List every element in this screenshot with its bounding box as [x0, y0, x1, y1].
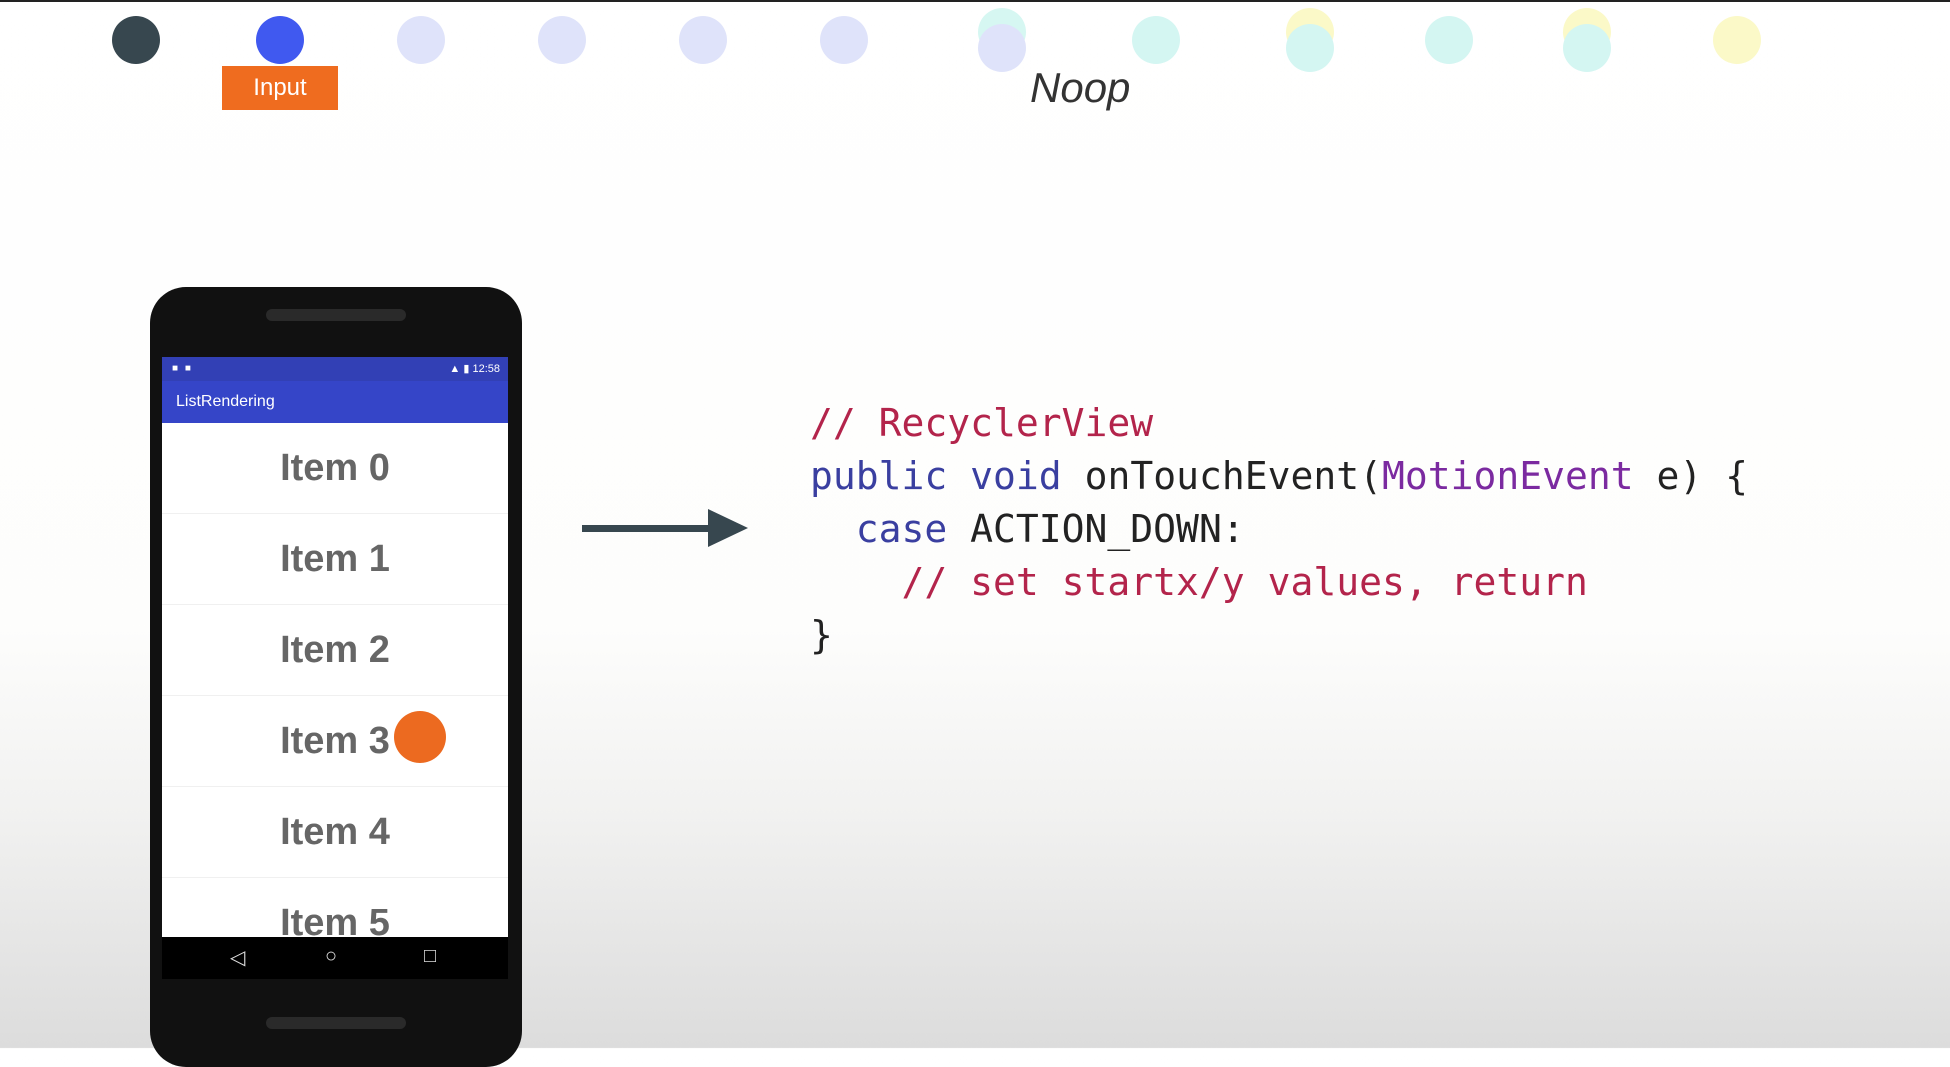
phone-mockup: ■ ■ ▲ ▮ 12:58 ListRendering Item 0 Item …	[150, 287, 522, 1067]
back-icon[interactable]: ◁	[230, 945, 245, 970]
recents-icon[interactable]: □	[424, 945, 436, 968]
phone-chin	[266, 1017, 406, 1029]
nav-bar: ◁ ○ □	[162, 937, 508, 979]
code-type: MotionEvent	[1382, 454, 1634, 498]
top-border	[0, 0, 1950, 2]
touch-indicator	[394, 711, 446, 763]
code-text: ACTION_DOWN:	[947, 507, 1245, 551]
list-item[interactable]: Item 2	[162, 605, 508, 696]
timeline-dot	[820, 16, 868, 64]
code-comment: // set startx/y values, return	[901, 560, 1588, 604]
phone-screen: ■ ■ ▲ ▮ 12:58 ListRendering Item 0 Item …	[162, 357, 508, 937]
notification-icons: ■ ■	[172, 363, 193, 374]
code-comment: // RecyclerView	[810, 401, 1154, 445]
timeline-dot-completed	[112, 16, 160, 64]
code-keyword: case	[855, 507, 948, 551]
timeline-dot	[1286, 24, 1334, 72]
code-text: }	[810, 613, 833, 657]
list-item[interactable]: Item 3	[162, 696, 508, 787]
timeline-dot-active	[256, 16, 304, 64]
code-text: e) {	[1633, 454, 1749, 498]
code-block: // RecyclerView public void onTouchEvent…	[810, 397, 1748, 662]
timeline-dot	[1132, 16, 1180, 64]
timeline-dot	[1425, 16, 1473, 64]
status-bar: ■ ■ ▲ ▮ 12:58	[162, 357, 508, 381]
timeline-dot	[679, 16, 727, 64]
app-bar-title: ListRendering	[162, 381, 508, 423]
list-item[interactable]: Item 4	[162, 787, 508, 878]
stage-title: Noop	[1030, 64, 1131, 111]
list-item[interactable]: Item 0	[162, 423, 508, 514]
timeline-dot	[1563, 24, 1611, 72]
timeline-dot	[978, 24, 1026, 72]
timeline-dot	[1713, 16, 1761, 64]
code-function: onTouchEvent(	[1084, 454, 1382, 498]
list-item[interactable]: Item 1	[162, 514, 508, 605]
arrow-right-icon	[582, 509, 748, 547]
list-item[interactable]: Item 5	[162, 878, 508, 937]
timeline-dot	[397, 16, 445, 64]
home-icon[interactable]: ○	[325, 945, 337, 968]
phone-speaker	[266, 309, 406, 321]
signal-battery-icon: ▲ ▮	[449, 363, 473, 375]
timeline-dot	[538, 16, 586, 64]
code-keyword: void	[970, 454, 1062, 498]
stage-label-input: Input	[222, 66, 338, 110]
status-time: 12:58	[472, 363, 500, 375]
code-keyword: public	[810, 454, 948, 498]
